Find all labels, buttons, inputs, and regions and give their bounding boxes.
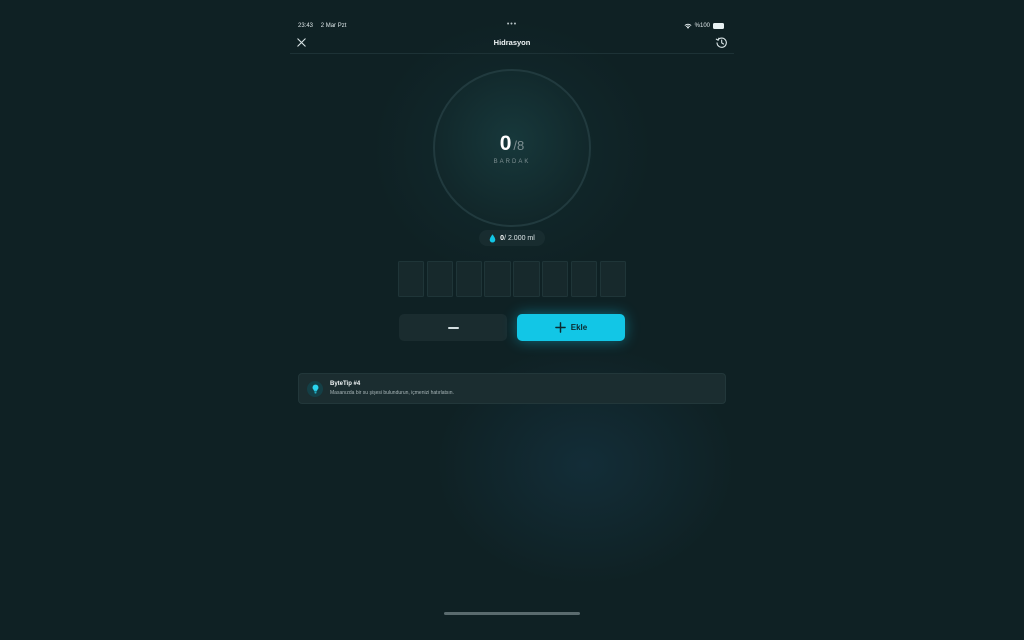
close-icon[interactable]	[296, 37, 307, 48]
multitasking-dots[interactable]: •••	[507, 21, 517, 28]
volume-goal: / 2.000 ml	[504, 234, 535, 242]
volume-text: 0/ 2.000 ml	[500, 235, 535, 242]
glass-count: 0/8	[432, 132, 592, 156]
battery-icon	[713, 23, 724, 29]
glass-cell[interactable]	[426, 261, 454, 297]
battery-percent: %100	[694, 23, 710, 29]
status-right: %100	[684, 23, 724, 29]
add-glass-button[interactable]: Ekle	[517, 314, 625, 341]
status-date: 2 Mar Pzt	[320, 23, 347, 29]
add-glass-label: Ekle	[570, 323, 588, 332]
page-title: Hidrasyon	[493, 38, 531, 47]
glass-unit-label: BARDAK	[493, 159, 531, 165]
home-indicator[interactable]	[444, 612, 580, 615]
tip-text: Masanızda bir su şişesi bulundurun, içme…	[330, 390, 454, 396]
status-time: 23:43	[298, 23, 314, 29]
tip-icon-badge	[307, 381, 323, 397]
glass-cell[interactable]	[398, 261, 425, 297]
glass-count-current: 0	[499, 132, 512, 155]
minus-icon	[447, 326, 459, 329]
glass-cell[interactable]	[570, 261, 598, 297]
glass-cell[interactable]	[484, 261, 511, 297]
glass-cell[interactable]	[455, 261, 482, 297]
glass-cells	[398, 261, 626, 297]
tip-title: ByteTip #4	[330, 381, 361, 387]
progress-ring: 0/8 BARDAK	[432, 68, 592, 228]
remove-glass-button[interactable]	[399, 314, 507, 341]
volume-pill: 0/ 2.000 ml	[479, 230, 545, 246]
lightbulb-icon	[312, 384, 318, 394]
tip-card: ByteTip #4 Masanızda bir su şişesi bulun…	[298, 373, 726, 404]
plus-icon	[554, 322, 566, 333]
wifi-icon	[684, 23, 692, 29]
glass-cell[interactable]	[513, 261, 540, 297]
water-drop-icon	[489, 233, 496, 243]
status-left: 23:43 2 Mar Pzt	[298, 23, 352, 29]
glass-count-goal: 8	[517, 138, 525, 153]
history-icon[interactable]	[715, 36, 728, 49]
glass-cell[interactable]	[542, 261, 569, 297]
nav-bar: Hidrasyon	[290, 32, 734, 54]
glass-cell[interactable]	[599, 261, 626, 297]
hydration-screen: 23:43 2 Mar Pzt ••• %100 Hidrasyon 0 /8 …	[0, 0, 1024, 640]
